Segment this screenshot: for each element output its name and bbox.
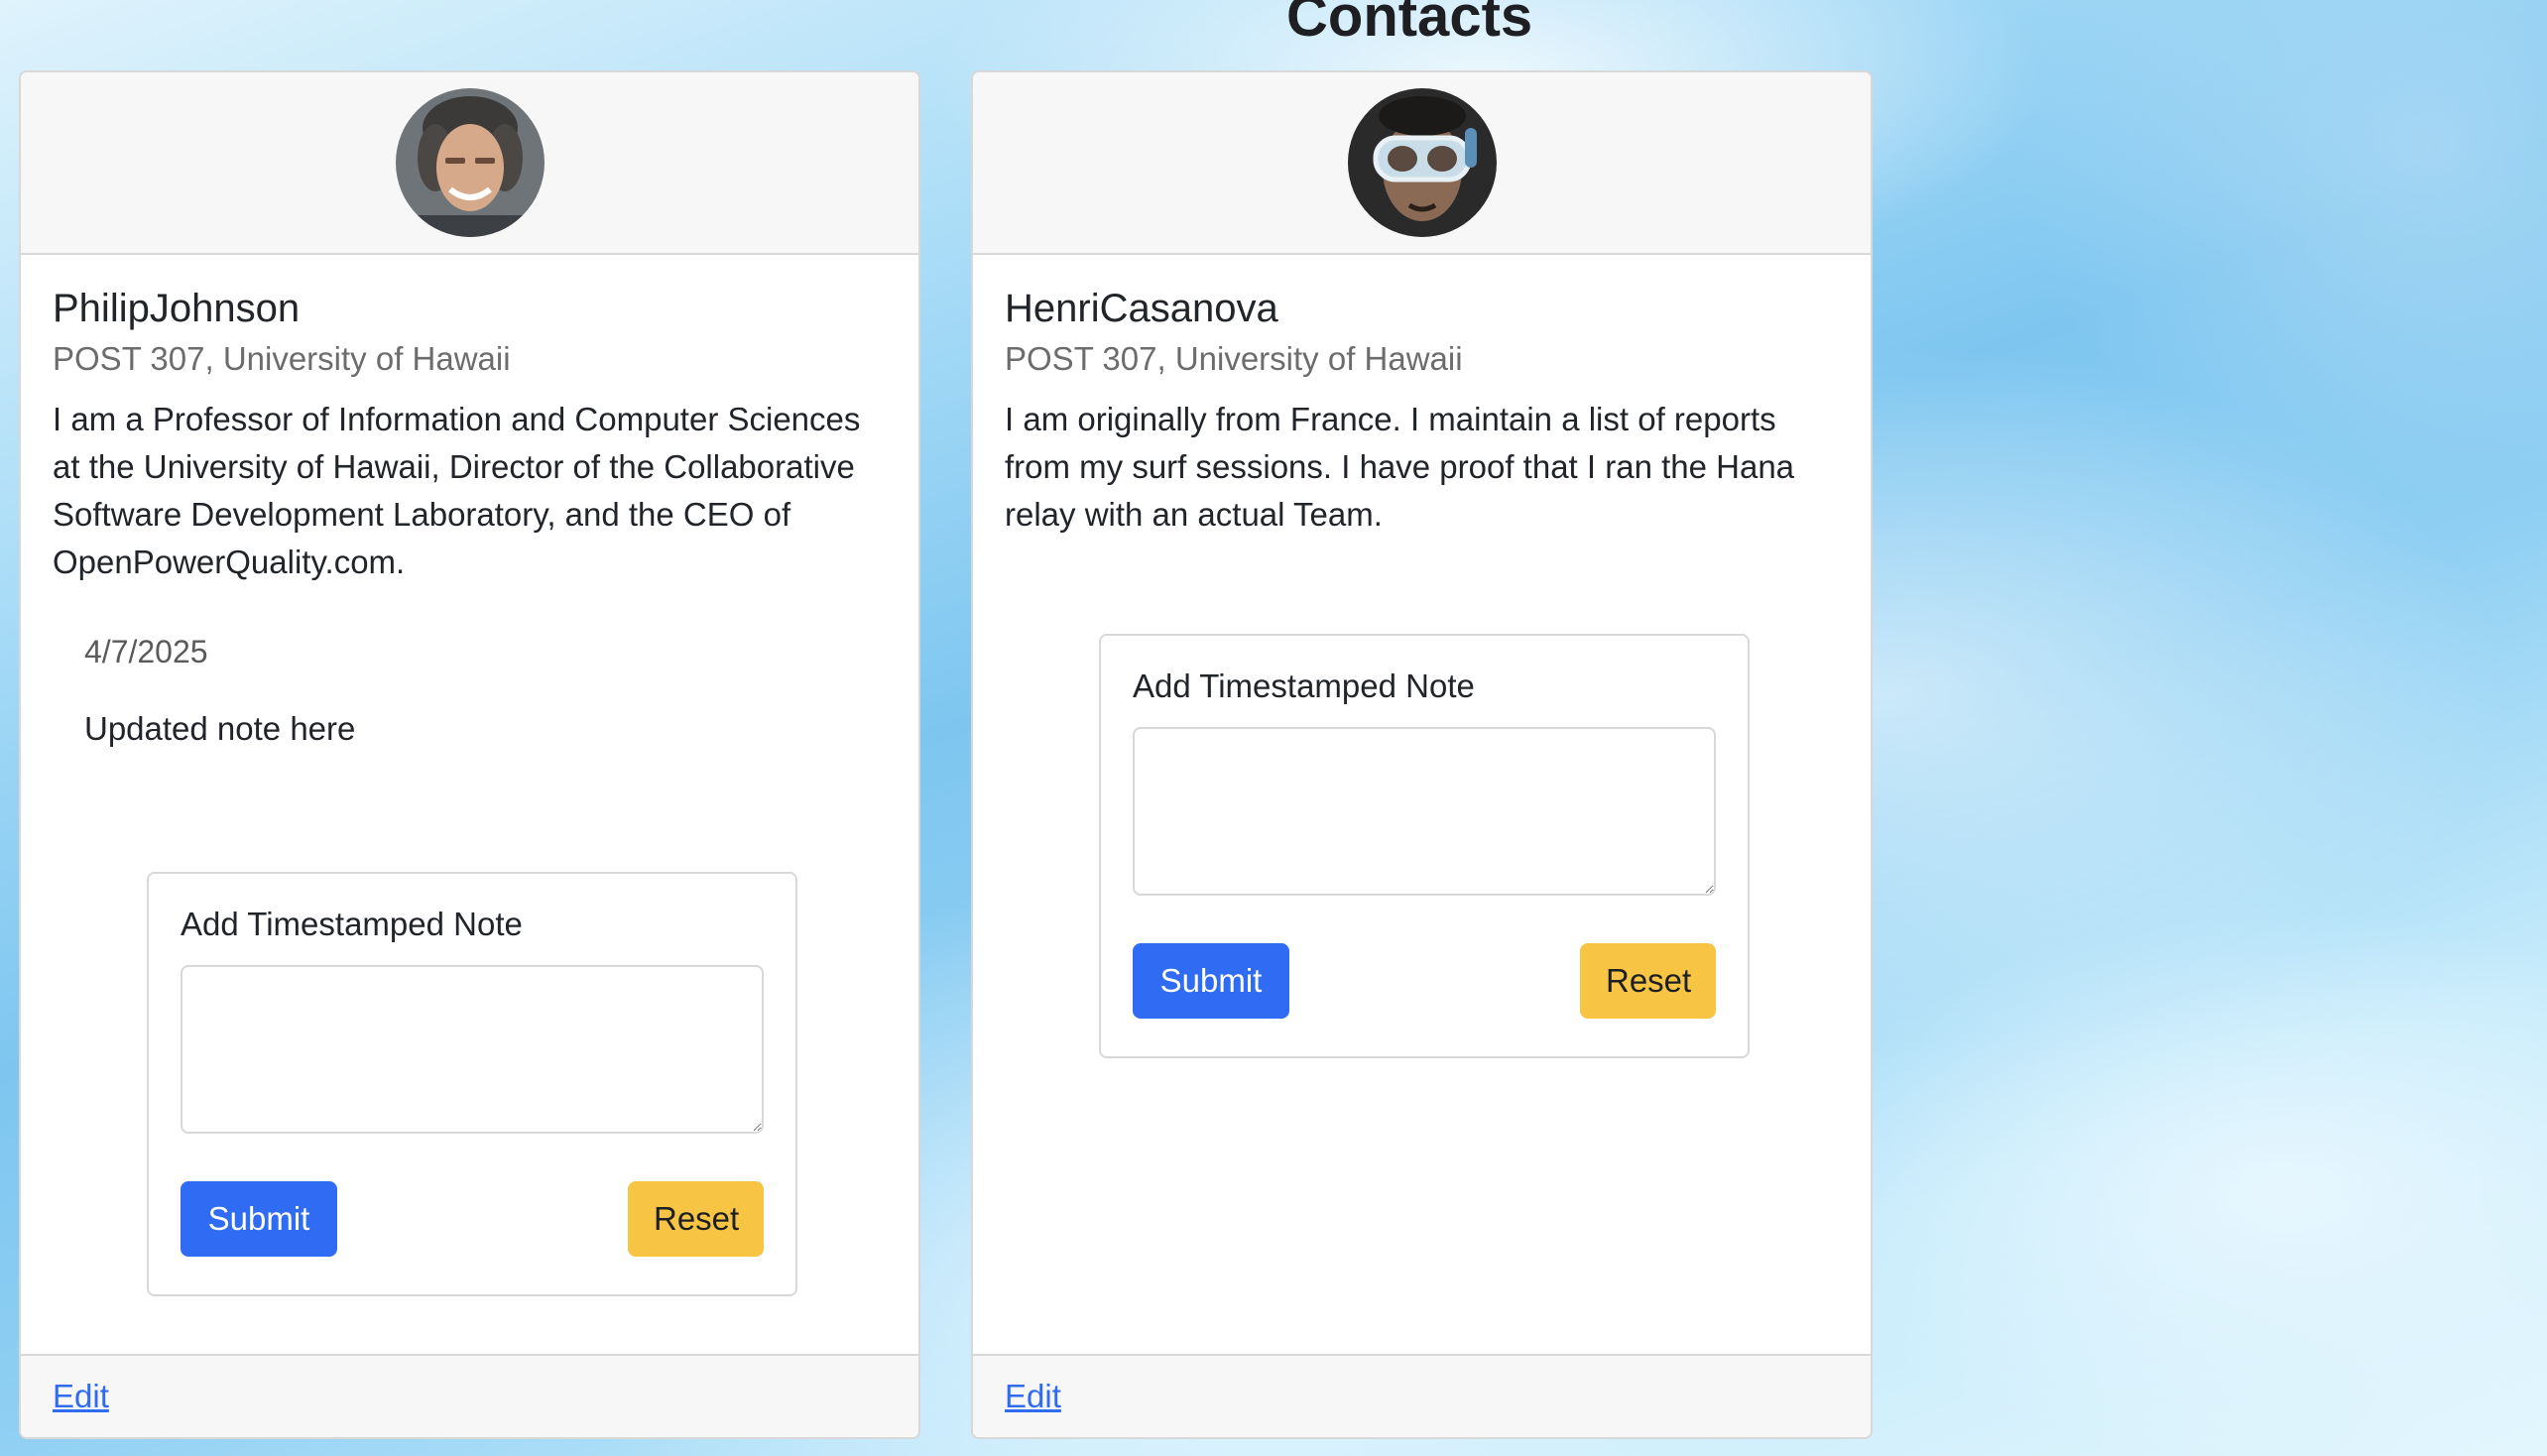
contact-address: POST 307, University of Hawaii	[53, 340, 511, 377]
edit-link[interactable]: Edit	[1005, 1378, 1061, 1415]
card-header	[21, 72, 918, 255]
note-textarea[interactable]	[181, 965, 764, 1134]
card-footer: Edit	[21, 1354, 918, 1437]
avatar	[1347, 88, 1497, 237]
avatar	[395, 88, 545, 237]
note-text: Updated note here	[84, 710, 356, 747]
contact-card: HenriCasanova POST 307, University of Ha…	[971, 70, 1873, 1439]
contact-card: PhilipJohnson POST 307, University of Ha…	[19, 70, 920, 1439]
contact-name: HenriCasanova	[1005, 287, 1278, 330]
add-note-form: Add Timestamped Note Submit Reset	[147, 872, 797, 1296]
note-textarea[interactable]	[1133, 727, 1716, 896]
card-header	[973, 72, 1871, 255]
add-note-form: Add Timestamped Note Submit Reset	[1099, 634, 1750, 1058]
contact-name: PhilipJohnson	[53, 287, 301, 330]
note-entry: 4/7/2025 Updated note here	[53, 634, 887, 748]
reset-button[interactable]: Reset	[628, 1181, 764, 1257]
contact-address: POST 307, University of Hawaii	[1005, 340, 1463, 377]
contact-description: I am originally from France. I maintain …	[1005, 401, 1795, 533]
card-footer: Edit	[973, 1354, 1871, 1437]
page-title: Contacts	[1286, 0, 1533, 49]
reset-button[interactable]: Reset	[1580, 943, 1716, 1019]
submit-button[interactable]: Submit	[181, 1181, 337, 1257]
edit-link[interactable]: Edit	[53, 1378, 109, 1415]
add-note-label: Add Timestamped Note	[1133, 667, 1475, 704]
form-button-row: Submit Reset	[1133, 943, 1716, 1019]
contact-description: I am a Professor of Information and Comp…	[53, 401, 861, 580]
note-date: 4/7/2025	[84, 634, 208, 669]
form-button-row: Submit Reset	[181, 1181, 764, 1257]
submit-button[interactable]: Submit	[1133, 943, 1289, 1019]
card-body: HenriCasanova POST 307, University of Ha…	[973, 255, 1871, 539]
add-note-label: Add Timestamped Note	[181, 906, 523, 942]
card-body: PhilipJohnson POST 307, University of Ha…	[21, 255, 918, 748]
